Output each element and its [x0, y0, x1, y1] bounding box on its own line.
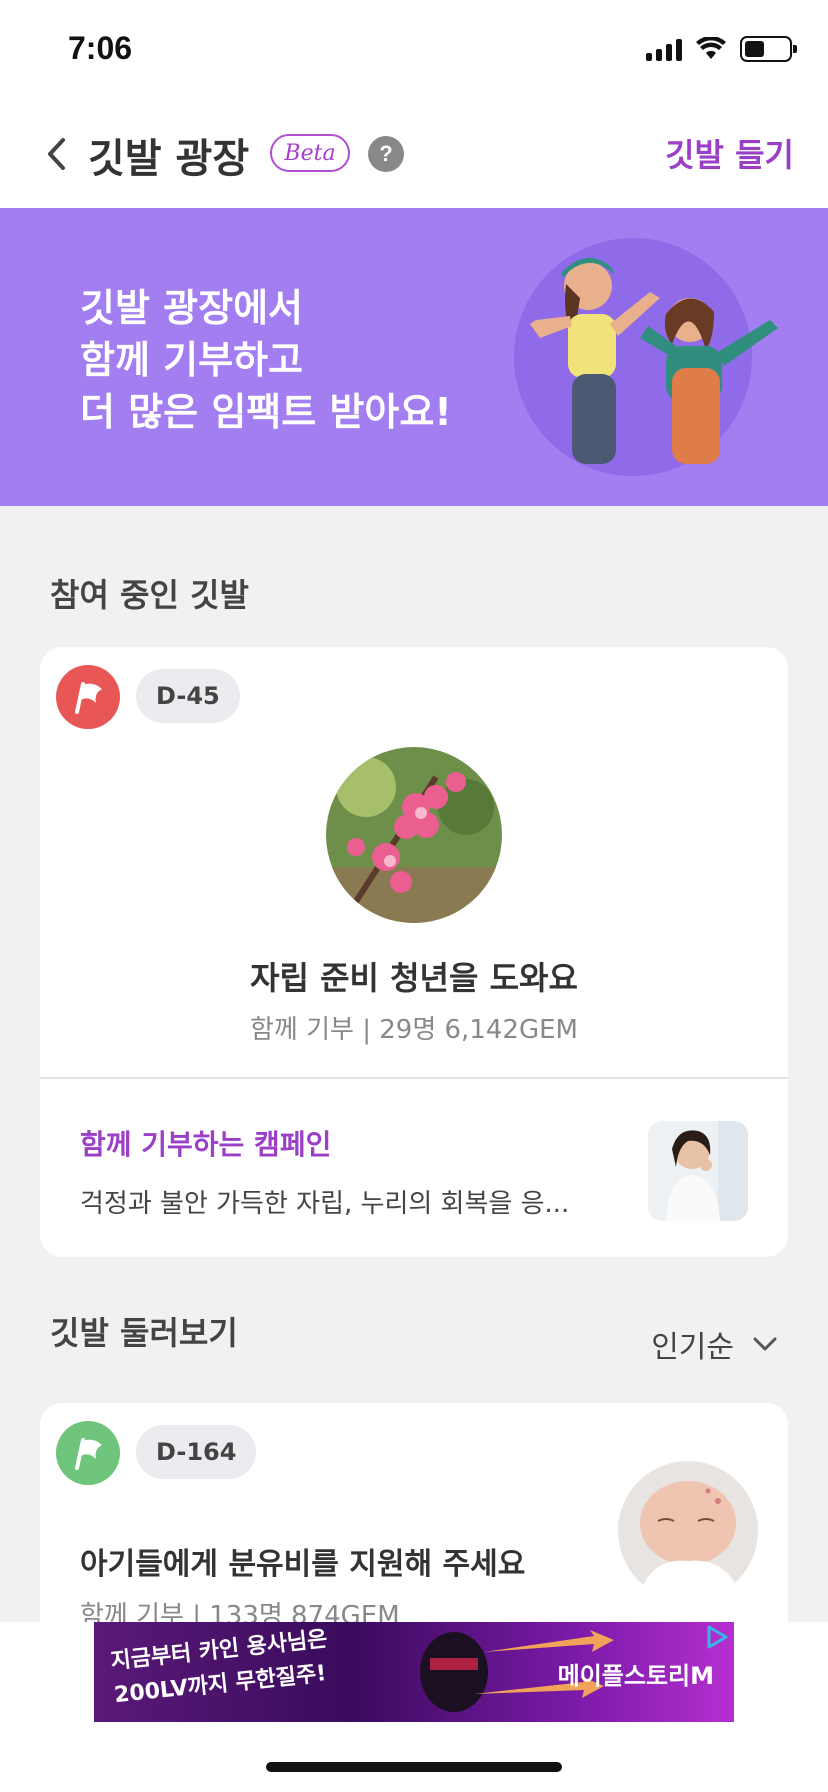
ad-choices-icon[interactable] — [704, 1624, 730, 1650]
ad-text: 지금부터 카인 용사님은 200LV까지 무한질주! — [109, 1623, 333, 1713]
hero-line-2: 함께 기부하고 — [80, 338, 303, 382]
dday-badge: D-164 — [136, 1425, 257, 1479]
hero-text: 깃발 광장에서 함께 기부하고 더 많은 임팩트 받아요! — [80, 282, 452, 438]
sort-dropdown[interactable]: 인기순 — [651, 1322, 778, 1366]
status-time: 7:06 — [68, 30, 133, 66]
signal-icon — [646, 37, 682, 61]
ad-brand: 메이플스토리M — [557, 1662, 714, 1690]
campaign-title: 아기들에게 분유비를 지원해 주세요 — [80, 1547, 526, 1582]
hero-line-3: 더 많은 임팩트 받아요! — [80, 390, 452, 434]
back-button[interactable] — [36, 130, 76, 178]
back-chevron-icon — [48, 138, 65, 170]
flag-icon — [56, 1421, 120, 1485]
campaign-meta: 함께 기부 | 29명 6,142GEM — [250, 1015, 578, 1045]
chevron-down-icon — [753, 1337, 777, 1351]
nav-bar: 깃발 광장 Beta ? 깃발 들기 — [0, 100, 828, 208]
sort-label: 인기순 — [651, 1330, 734, 1365]
hero-banner: 깃발 광장에서 함께 기부하고 더 많은 임팩트 받아요! — [0, 208, 828, 506]
browse-section-title: 깃발 둘러보기 — [50, 1314, 238, 1352]
campaign-image — [618, 1461, 758, 1601]
joined-section-title: 참여 중인 깃발 — [50, 576, 249, 614]
cheering-people-illustration — [530, 257, 778, 464]
home-indicator[interactable] — [266, 1762, 562, 1772]
ad-banner[interactable]: 지금부터 카인 용사님은 200LV까지 무한질주! 메이플스토리M — [94, 1622, 734, 1722]
status-icons — [646, 36, 797, 62]
linked-campaign-desc: 걱정과 불안 가득한 자립, 누리의 회복을 응... — [80, 1189, 570, 1219]
page-title: 깃발 광장 — [88, 136, 250, 182]
raise-flag-button[interactable]: 깃발 들기 — [665, 130, 794, 176]
joined-flag-card[interactable]: D-45 자립 준비 청년을 도와요 함께 기부 | 29명 6,142GEM … — [40, 647, 788, 1257]
linked-campaign-title: 함께 기부하는 캠페인 — [80, 1128, 332, 1161]
linked-campaign-thumbnail[interactable] — [648, 1121, 748, 1221]
flag-icon — [56, 665, 120, 729]
status-bar: 7:06 — [0, 0, 828, 100]
beta-badge: Beta — [270, 134, 350, 172]
battery-icon — [740, 36, 797, 62]
dday-badge: D-45 — [136, 669, 240, 723]
wifi-icon — [696, 37, 726, 59]
card-divider — [40, 1077, 788, 1079]
campaign-title: 자립 준비 청년을 도와요 — [250, 959, 578, 997]
hero-line-1: 깃발 광장에서 — [80, 286, 303, 330]
help-icon[interactable]: ? — [368, 136, 404, 172]
campaign-image — [326, 747, 502, 923]
